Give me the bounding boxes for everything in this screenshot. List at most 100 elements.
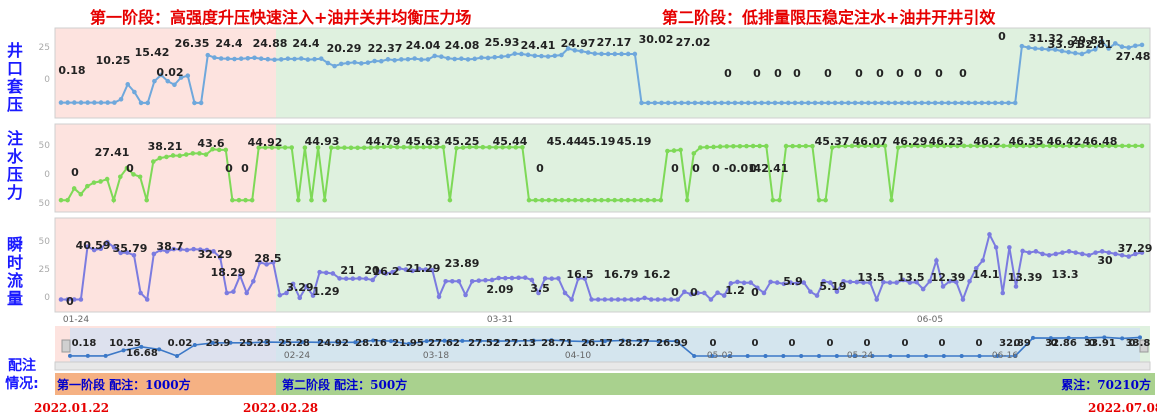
point-0-63	[479, 55, 484, 60]
data-label-2-16: 16.5	[566, 268, 593, 281]
point-0-72	[539, 53, 544, 59]
data-label-0-10: 24.04	[406, 39, 441, 52]
data-label-1-19: 0	[712, 162, 720, 175]
data-label-0-32: 27.48	[1116, 50, 1151, 63]
data-label-1-25: 46.29	[893, 135, 928, 148]
point-1-34	[282, 145, 288, 150]
point-0-74	[552, 53, 558, 59]
point-0-68	[512, 51, 518, 56]
data-label-1-29: 46.42	[1047, 135, 1082, 148]
overview-point-48	[924, 354, 928, 358]
point-1-17	[170, 153, 176, 158]
overview-label-3: 0.02	[168, 338, 193, 349]
overview-label-13: 28.71	[541, 338, 573, 349]
point-0-8	[112, 100, 117, 105]
overview-label-23: 0	[939, 338, 946, 349]
data-label-2-18: 16.2	[643, 268, 670, 281]
point-0-24	[218, 56, 224, 61]
chart-svg: 25 0 50 0 50 50 25 0 0.18 10.25 15.42 0.02 26.35 24.4…	[39, 27, 1152, 371]
point-2-154	[1080, 251, 1085, 257]
point-2-0	[58, 297, 64, 302]
point-1-2	[71, 186, 77, 191]
data-label-2-23: 5.9	[783, 275, 803, 288]
point-2-64	[483, 277, 488, 283]
point-0-58	[445, 56, 451, 61]
point-0-106	[766, 100, 771, 106]
point-1-93	[671, 148, 677, 153]
point-2-145	[1020, 248, 1025, 254]
point-0-87	[639, 100, 644, 106]
point-2-146	[1026, 250, 1032, 255]
point-0-141	[999, 100, 1005, 106]
overview-point-22	[460, 338, 465, 343]
point-1-163	[1133, 143, 1138, 149]
point-1-38	[309, 197, 314, 203]
overview-label-12: 27.13	[504, 338, 536, 349]
point-0-95	[692, 100, 698, 106]
stage2-allocation-bar: 第二阶段 配注：500方 累注：70210方	[276, 373, 1155, 395]
point-1-8	[111, 197, 117, 203]
point-2-89	[648, 297, 654, 302]
point-0-29	[252, 55, 257, 61]
point-1-36	[295, 197, 301, 203]
point-1-164	[1139, 143, 1145, 149]
point-1-80	[586, 197, 591, 203]
start-date: 2022.01.22	[34, 401, 110, 415]
point-0-43	[345, 60, 351, 66]
overview-label-17: 0	[710, 338, 717, 349]
data-label-1-9: 44.79	[366, 135, 401, 148]
point-0-136	[966, 100, 971, 106]
point-1-27	[236, 197, 242, 203]
data-label-1-23: 45.37	[815, 135, 850, 148]
point-2-58	[443, 278, 448, 284]
data-label-0-23: 0	[855, 67, 863, 80]
point-1-71	[526, 197, 532, 203]
point-2-87	[635, 297, 641, 302]
point-0-118	[846, 100, 851, 106]
point-0-40	[325, 60, 331, 66]
data-label-1-26: 46.23	[929, 135, 964, 148]
point-0-32	[272, 57, 277, 63]
point-2-142	[1000, 290, 1006, 296]
data-label-0-19: 0	[753, 67, 761, 80]
point-0-80	[592, 51, 598, 56]
data-label-1-16: 45.19	[617, 135, 652, 148]
point-0-26	[232, 56, 237, 62]
point-0-64	[485, 55, 491, 61]
point-0-158	[1113, 41, 1118, 46]
point-0-101	[732, 100, 738, 106]
point-1-108	[770, 197, 776, 203]
point-1-72	[533, 197, 538, 203]
point-2-33	[277, 292, 283, 298]
overview-x-tick-2: 04-10	[565, 351, 591, 361]
data-label-0-4: 26.35	[175, 37, 210, 50]
data-label-0-29: 0	[998, 30, 1006, 43]
data-label-2-28: 14.1	[972, 268, 999, 281]
data-label-1-0: 0	[71, 166, 79, 179]
overview-label-18: 0	[752, 338, 759, 349]
overview-point-51	[977, 354, 982, 358]
point-0-110	[792, 100, 798, 106]
point-1-109	[777, 197, 782, 203]
point-1-92	[665, 148, 670, 154]
point-0-90	[659, 100, 664, 106]
point-2-76	[562, 290, 568, 296]
point-0-133	[946, 100, 951, 106]
point-1-6	[98, 179, 103, 184]
data-label-1-3: 38.21	[148, 140, 183, 153]
point-0-46	[365, 60, 371, 65]
data-label-0-24: 0	[876, 67, 884, 80]
point-2-86	[629, 297, 634, 302]
point-0-31	[265, 56, 271, 62]
point-0-28	[245, 56, 251, 61]
overview-label-6: 25.28	[278, 338, 310, 349]
data-label-0-21: 0	[793, 67, 801, 80]
point-2-45	[357, 276, 362, 281]
point-0-142	[1006, 100, 1011, 106]
point-0-62	[472, 56, 478, 62]
point-0-53	[412, 56, 417, 61]
point-2-12	[138, 290, 143, 296]
point-2-44	[350, 276, 356, 281]
point-0-1	[65, 100, 70, 105]
data-label-1-28: 46.35	[1009, 135, 1044, 148]
